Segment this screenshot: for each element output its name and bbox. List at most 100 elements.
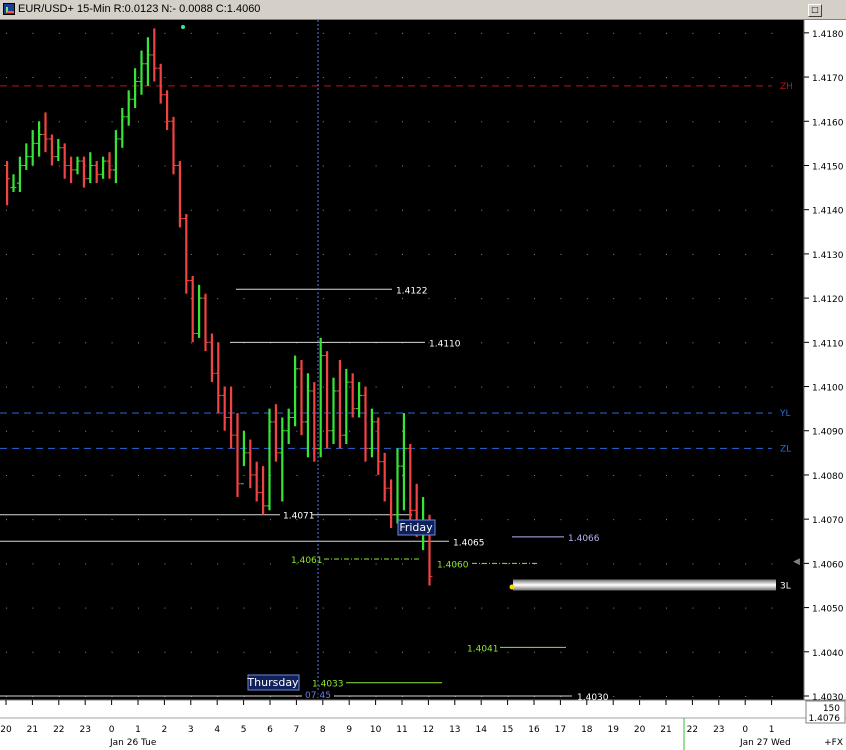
grid-dot [666,77,667,79]
grid-dot [692,430,694,432]
grid-dot [586,519,588,521]
grid-dot [296,651,298,653]
grid-dot [771,651,773,653]
bar-range [140,50,143,95]
grid-dot [718,209,720,211]
time-tick-label: 0 [109,725,115,735]
grid-dot [164,298,166,300]
grid-dot [111,209,113,211]
grid-dot [745,342,747,344]
grid-dot [58,77,60,79]
grid-dot [745,165,747,167]
grid-dot [586,474,588,476]
bar-range [166,90,169,131]
price-tick-label: 1.4070 [812,516,844,526]
bar-range [185,214,188,294]
grid-dot [534,342,535,344]
grid-dot [375,32,377,34]
grid-dot [375,519,377,521]
grid-dot [111,342,113,344]
grid-dot [745,32,747,34]
grid-dot [666,298,667,300]
grid-dot [718,563,720,565]
time-tick-label: 16 [528,725,540,735]
time-tick-label: 22 [53,725,64,735]
grid-dot [454,651,456,653]
grid-dot [534,651,535,653]
grid-dot [586,209,588,211]
grid-dot [375,651,377,653]
bar-range [345,368,348,444]
grid-dot [58,253,60,255]
bar-range [249,439,252,489]
grid-dot [771,430,773,432]
grid-dot [692,165,694,167]
bar-range [114,130,117,184]
grid-dot [666,607,667,609]
grid-dot [454,77,456,79]
grid-dot [745,430,747,432]
grid-dot [58,474,60,476]
grid-dot [481,298,483,300]
grid-dot [243,165,245,167]
grid-dot [217,253,219,255]
grid-dot [534,386,535,388]
price-tick-label: 1.4180 [812,30,844,40]
grid-dot [586,32,588,34]
grid-dot [639,430,641,432]
price-tick-label: 1.4160 [812,118,844,128]
grid-dot [6,342,7,344]
grid-dot [375,121,377,123]
grid-dot [639,651,641,653]
grid-dot [560,519,562,521]
grid-dot [771,519,773,521]
grid-dot [771,342,773,344]
grid-dot [666,386,667,388]
grid-dot [322,607,324,609]
grid-dot [666,253,667,255]
grid-dot [85,651,87,653]
grid-dot [243,121,245,123]
grid-dot [6,474,7,476]
grid-dot [428,430,430,432]
grid-dot [586,386,588,388]
time-tick-label: 10 [370,725,382,735]
restore-window-button[interactable]: □ [808,4,822,17]
grid-dot [534,430,535,432]
grid-dot [534,209,535,211]
grid-dot [322,32,324,34]
grid-dot [481,607,483,609]
bar-range [178,161,181,228]
bar-range [223,386,226,431]
grid-dot [507,563,509,565]
grid-dot [507,121,509,123]
grid-dot [666,474,667,476]
grid-dot [164,386,166,388]
bar-range [121,108,124,148]
grid-dot [745,651,747,653]
level-label-1-4041: 1.4041 [467,644,499,654]
fx-suffix-label: +FX [824,738,843,748]
grid-dot [481,121,483,123]
grid-dot [428,121,430,123]
grid-dot [138,607,139,609]
grid-dot [243,386,245,388]
price-chart[interactable]: 1.4122 1.4110 1.4071 1.4065 1.4066 1.4061 1.40… [0,20,846,750]
grid-dot [718,696,720,697]
grid-dot [375,607,377,609]
grid-dot [111,253,113,255]
grid-dot [164,651,166,653]
grid-dot [111,298,113,300]
time-tick-label: 15 [502,725,513,735]
grid-dot [270,121,271,123]
grid-dot [270,209,271,211]
grid-dot [692,77,694,79]
grid-dot [296,298,298,300]
grid-dot [639,209,641,211]
grid-dot [586,253,588,255]
grid-dot [270,607,271,609]
bar-range [12,174,15,192]
grid-dot [507,607,509,609]
grid-dot [586,563,588,565]
grid-dot [454,430,456,432]
